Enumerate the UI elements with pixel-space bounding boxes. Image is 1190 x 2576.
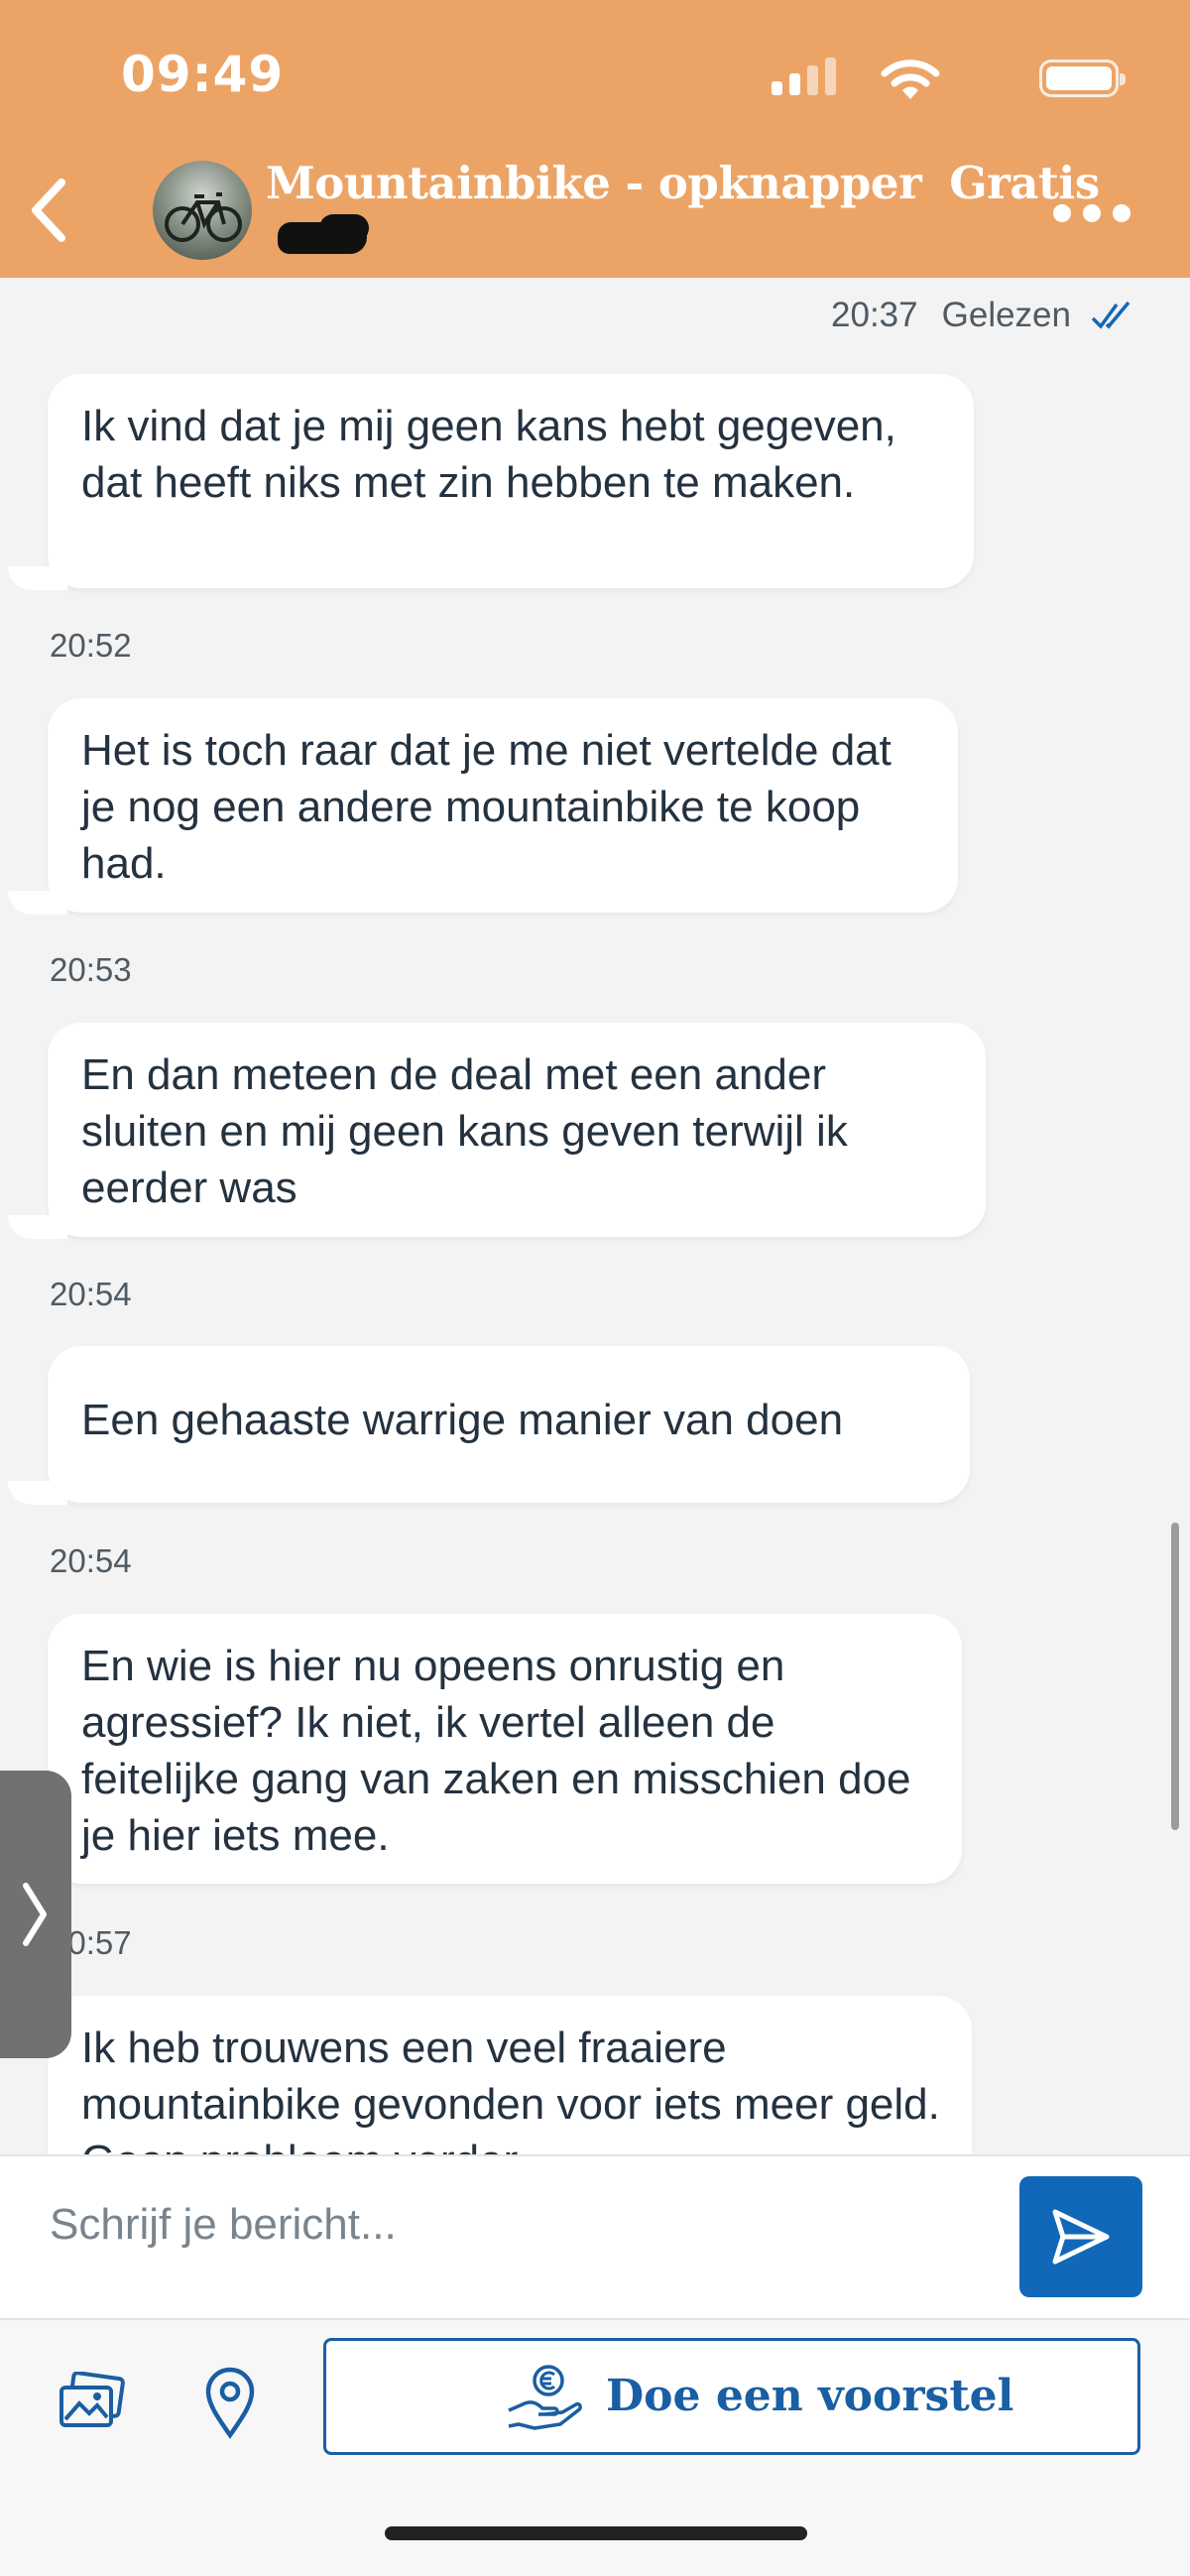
status-time: 09:49 [121, 46, 285, 103]
message-bubble[interactable]: Een gehaaste warrige manier van doen [8, 1346, 970, 1505]
location-pin-icon [205, 2367, 255, 2439]
more-options-button[interactable] [1053, 198, 1132, 228]
bicycle-icon [165, 192, 242, 242]
double-check-icon [1091, 301, 1130, 329]
listing-title[interactable]: Mountainbike - opknapper Gratis [266, 157, 1100, 209]
scrollbar[interactable] [1171, 1523, 1179, 1830]
message-text: Een gehaaste warrige manier van doen [81, 1396, 844, 1444]
message-list[interactable]: 20:37 Gelezen Ik vind dat je mij geen kan… [0, 278, 1190, 2154]
wifi-icon [881, 58, 940, 101]
make-offer-button[interactable]: Doe een voorstel [323, 2338, 1140, 2455]
battery-icon [1039, 60, 1126, 97]
message-text: Het is toch raar dat je me niet vertelde… [81, 726, 892, 888]
read-receipt: 20:37 Gelezen [831, 296, 1136, 335]
send-icon [1052, 2209, 1110, 2265]
image-gallery-icon [60, 2371, 125, 2427]
back-button[interactable] [18, 171, 77, 250]
message-text: Ik vind dat je mij geen kans hebt gegeve… [81, 402, 896, 507]
action-bar: Doe een voorstel [0, 2318, 1190, 2477]
message-text: En wie is hier nu opeens onrustig en agr… [81, 1642, 911, 1860]
message-bubble[interactable]: Ik vind dat je mij geen kans hebt gegeve… [8, 374, 974, 590]
side-drawer-handle[interactable] [0, 1771, 71, 2058]
message-text: En dan meteen de deal met een ander slui… [81, 1050, 848, 1212]
add-image-button[interactable] [58, 2371, 127, 2433]
home-area [0, 2477, 1190, 2576]
read-label: Gelezen [941, 296, 1071, 334]
cellular-signal-icon [772, 56, 841, 99]
listing-thumbnail[interactable] [153, 161, 252, 260]
message-bubble[interactable]: Ik heb trouwens een veel fraaiere mounta… [48, 1996, 972, 2154]
message-bubble[interactable]: En wie is hier nu opeens onrustig en agr… [8, 1614, 962, 1886]
read-time: 20:37 [831, 296, 918, 334]
message-input[interactable] [48, 2184, 944, 2266]
chevron-right-icon [23, 1883, 47, 1946]
message-bubble[interactable]: En dan meteen de deal met een ander slui… [8, 1023, 986, 1239]
message-time: 20:54 [50, 1542, 132, 1579]
message-time: 20:54 [50, 1276, 132, 1312]
listing-name: Mountainbike - opknapper [266, 157, 922, 209]
message-bubble[interactable]: Het is toch raar dat je me niet vertelde… [8, 698, 958, 915]
message-composer [0, 2154, 1190, 2318]
hand-euro-icon [508, 2365, 582, 2430]
message-time: 20:52 [50, 627, 132, 664]
message-text: Ik heb trouwens een veel fraaiere mounta… [81, 2024, 940, 2154]
add-location-button[interactable] [202, 2364, 258, 2439]
redacted-username [278, 214, 369, 254]
send-button[interactable] [1019, 2176, 1142, 2297]
make-offer-label: Doe een voorstel [606, 2371, 1014, 2421]
home-indicator[interactable] [385, 2526, 807, 2540]
chevron-left-icon [32, 179, 65, 242]
message-time: 20:53 [50, 951, 132, 988]
chat-header: 09:49 Mountainbike - opknapper Gratis [0, 0, 1190, 278]
